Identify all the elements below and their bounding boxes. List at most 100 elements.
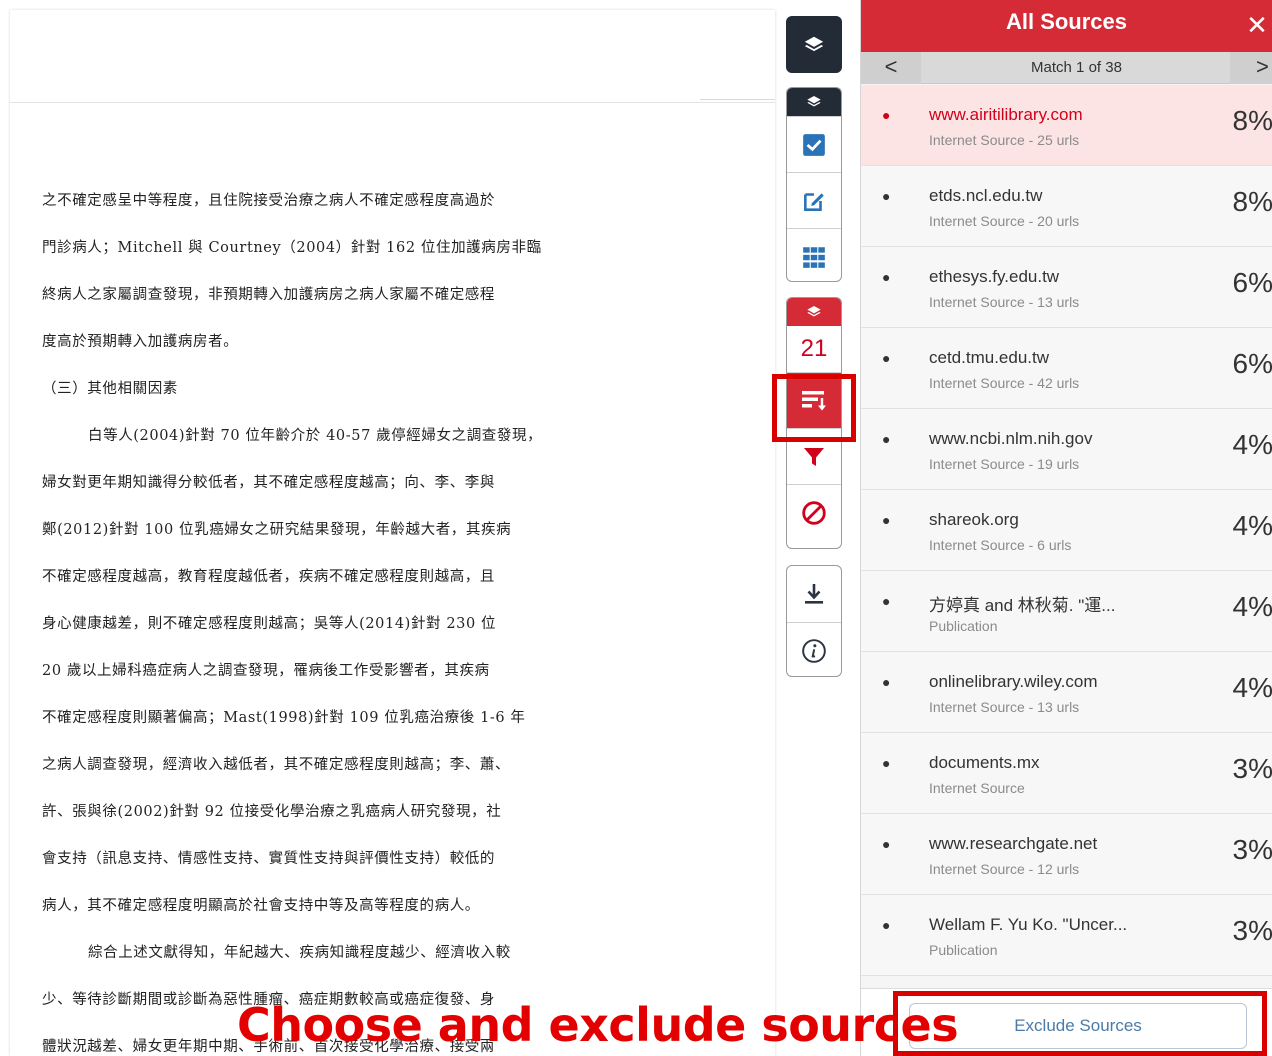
source-name[interactable]: Wellam F. Yu Ko. "Uncer... [929,915,1127,935]
source-percentage: 8% [1232,105,1272,136]
source-row[interactable]: ● cetd.tmu.edu.tw Internet Source - 42 url… [861,328,1272,409]
download-group [786,565,842,677]
document-line: 之不確定感呈中等程度，且住院接受治療之病人不確定感程度高過於 [42,193,495,209]
source-row[interactable]: ● onlinelibrary.wiley.com Internet Source … [861,652,1272,733]
panel-header: All Sources ✕ [861,0,1272,52]
document-line: 度高於預期轉入加護病房者。 [42,334,239,350]
source-type: Internet Source - 13 urls [929,294,1080,310]
exclude-sources-button[interactable]: Exclude Sources [909,1003,1247,1049]
document-line: 身心健康越差，則不確定感程度則越高；吳等人(2014)針對 230 位 [42,616,497,632]
source-percentage: 4% [1232,591,1272,622]
edit-icon [804,192,824,211]
source-percentage: 3% [1232,915,1272,946]
source-percentage: 3% [1232,834,1272,865]
bullet-icon: ● [882,674,891,690]
source-type: Internet Source - 13 urls [929,699,1080,715]
source-name[interactable]: 方婷真 and 林秋菊. "運... [929,591,1115,616]
source-row[interactable]: ● documents.mx Internet Source 3% [861,733,1272,814]
bullet-icon: ● [882,350,891,366]
close-icon[interactable]: ✕ [1242,10,1272,41]
source-row[interactable]: ● 方婷真 and 林秋菊. "運... Publication 4% [861,571,1272,652]
bullet-icon: ● [882,431,891,447]
previous-match-button[interactable]: < [861,52,921,84]
info-button[interactable] [787,622,841,676]
document-line: 之病人調查發現，經濟收入越低者，其不確定感程度則越高；李、蕭、 [42,757,511,773]
source-name[interactable]: www.ncbi.nlm.nih.gov [929,429,1092,449]
source-name[interactable]: cetd.tmu.edu.tw [929,348,1049,368]
document-line: 20 歲以上婦科癌症病人之調查發現，罹病後工作受影響者，其疾病 [42,663,490,679]
block-icon [802,500,826,525]
panel-title: All Sources [1005,9,1128,34]
source-percentage: 6% [1232,348,1272,379]
match-count[interactable]: 21 [787,326,841,372]
source-type: Internet Source - 20 urls [929,213,1080,229]
bullet-icon: ● [882,269,891,285]
source-type: Publication [929,942,998,958]
source-name[interactable]: documents.mx [929,753,1040,773]
document-line: 病人，其不確定感程度明顯高於社會支持中等及高等程度的病人。 [42,898,480,914]
source-row[interactable]: ● www.airitilibrary.com Internet Source - … [861,85,1272,166]
document-line: （三）其他相關因素 [42,381,178,397]
document-header-divider [10,102,775,103]
download-button[interactable] [787,566,841,622]
match-position: Match 1 of 38 [1031,59,1122,76]
source-percentage: 6% [1232,267,1272,298]
bullet-icon: ● [882,512,891,528]
source-type: Internet Source - 12 urls [929,861,1080,877]
match-group-header[interactable] [787,298,841,326]
document-line: 不確定感程度則顯著偏高；Mast(1998)針對 109 位乳癌治療後 1-6 … [42,710,526,726]
download-icon [805,584,823,604]
source-type: Internet Source [929,780,1025,796]
source-name[interactable]: shareok.org [929,510,1019,530]
document-line: 門診病人；Mitchell 與 Courtney（2004）針對 162 位住加… [42,240,542,256]
grid-tool-button[interactable] [787,228,841,281]
document-header-divider-short [700,99,775,100]
next-match-button[interactable]: > [1230,52,1272,84]
edit-tool-button[interactable] [787,172,841,228]
annotation-caption: Choose and exclude sources [237,998,959,1052]
sources-button-highlight [772,374,856,442]
bullet-icon: ● [882,836,891,852]
source-row[interactable]: ● www.ncbi.nlm.nih.gov Internet Source - 1… [861,409,1272,490]
source-type: Internet Source - 6 urls [929,537,1072,553]
filter-icon [804,447,824,466]
tools-group [786,87,842,282]
bullet-icon: ● [882,593,891,609]
source-type: Internet Source - 19 urls [929,456,1080,472]
sources-panel: All Sources ✕ < Match 1 of 38 > ● www.air… [860,0,1272,1056]
tools-group-header[interactable] [787,88,841,116]
source-type: Publication [929,618,998,634]
source-row[interactable]: ● ethesys.fy.edu.tw Internet Source - 13 u… [861,247,1272,328]
document-body: 之不確定感呈中等程度，且住院接受治療之病人不確定感程度高過於門診病人；Mitch… [42,186,602,1056]
layers-icon [804,36,824,51]
source-percentage: 4% [1232,672,1272,703]
layers-button[interactable] [786,16,842,73]
source-row[interactable]: ● Wellam F. Yu Ko. "Uncer... Publication 3% [861,895,1272,976]
check-tool-button[interactable] [787,116,841,172]
info-icon [802,638,826,663]
document-line: 鄭(2012)針對 100 位乳癌婦女之研究結果發現，年齡越大者，其疾病 [42,522,512,538]
source-percentage: 4% [1232,510,1272,541]
source-name[interactable]: www.researchgate.net [929,834,1097,854]
source-name[interactable]: ethesys.fy.edu.tw [929,267,1059,287]
bullet-icon: ● [882,755,891,771]
grid-icon [803,246,825,268]
source-row[interactable]: ● www.researchgate.net Internet Source - 1… [861,814,1272,895]
document-line: 終病人之家屬調查發現，非預期轉入加護病房之病人家屬不確定感程 [42,287,495,303]
source-row[interactable]: ● etds.ncl.edu.tw Internet Source - 20 url… [861,166,1272,247]
document-viewer[interactable]: 之不確定感呈中等程度，且住院接受治療之病人不確定感程度高過於門診病人；Mitch… [10,10,775,1056]
bullet-icon: ● [882,917,891,933]
source-name[interactable]: onlinelibrary.wiley.com [929,672,1097,692]
source-type: Internet Source - 42 urls [929,375,1080,391]
source-type: Internet Source - 25 urls [929,132,1080,148]
bullet-icon: ● [882,188,891,204]
source-name[interactable]: etds.ncl.edu.tw [929,186,1042,206]
source-row[interactable]: ● shareok.org Internet Source - 6 urls 4% [861,490,1272,571]
source-percentage: 8% [1232,186,1272,217]
source-name[interactable]: www.airitilibrary.com [929,105,1083,125]
document-line: 會支持（訊息支持、情感性支持、實質性支持與評價性支持）較低的 [42,851,495,867]
match-navigator: < Match 1 of 38 > [861,52,1272,84]
exclude-button[interactable] [787,484,841,540]
source-percentage: 3% [1232,753,1272,784]
layers-icon [807,96,821,107]
